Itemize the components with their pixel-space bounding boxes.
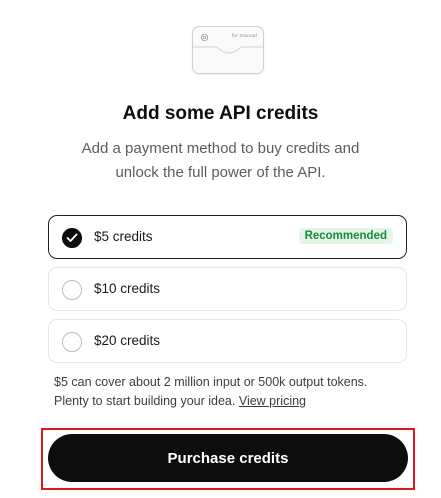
radio-unchecked[interactable] [62,280,82,300]
option-5-credits[interactable]: $5 credits Recommended [48,215,407,259]
dialog-title: Add some API credits [122,103,319,124]
radio-unchecked[interactable] [62,332,82,352]
checkmark-icon [66,233,78,242]
purchase-credits-button[interactable]: Purchase credits [48,434,408,482]
option-20-credits[interactable]: $20 credits [48,319,407,363]
option-label: $20 credits [94,333,161,348]
radio-checked[interactable] [62,228,82,248]
wallet-pocket-icon [193,46,263,54]
card-text: for manual [231,34,257,39]
option-label: $5 credits [94,229,153,244]
view-pricing-link[interactable]: View pricing [239,394,306,408]
wallet-card-illustration: for manual [192,26,264,74]
option-10-credits[interactable]: $10 credits [48,267,407,311]
option-label: $10 credits [94,281,161,296]
recommended-badge: Recommended [298,228,393,244]
openai-logo-icon [200,33,209,42]
add-credits-dialog: for manual Add some API credits Add a pa… [0,0,441,498]
credit-options: $5 credits Recommended $10 credits $20 c… [48,215,407,371]
pricing-note-text: $5 can cover about 2 million input or 50… [54,375,368,408]
pricing-note: $5 can cover about 2 million input or 50… [54,373,404,411]
dialog-subtitle: Add a payment method to buy credits and … [81,140,360,181]
